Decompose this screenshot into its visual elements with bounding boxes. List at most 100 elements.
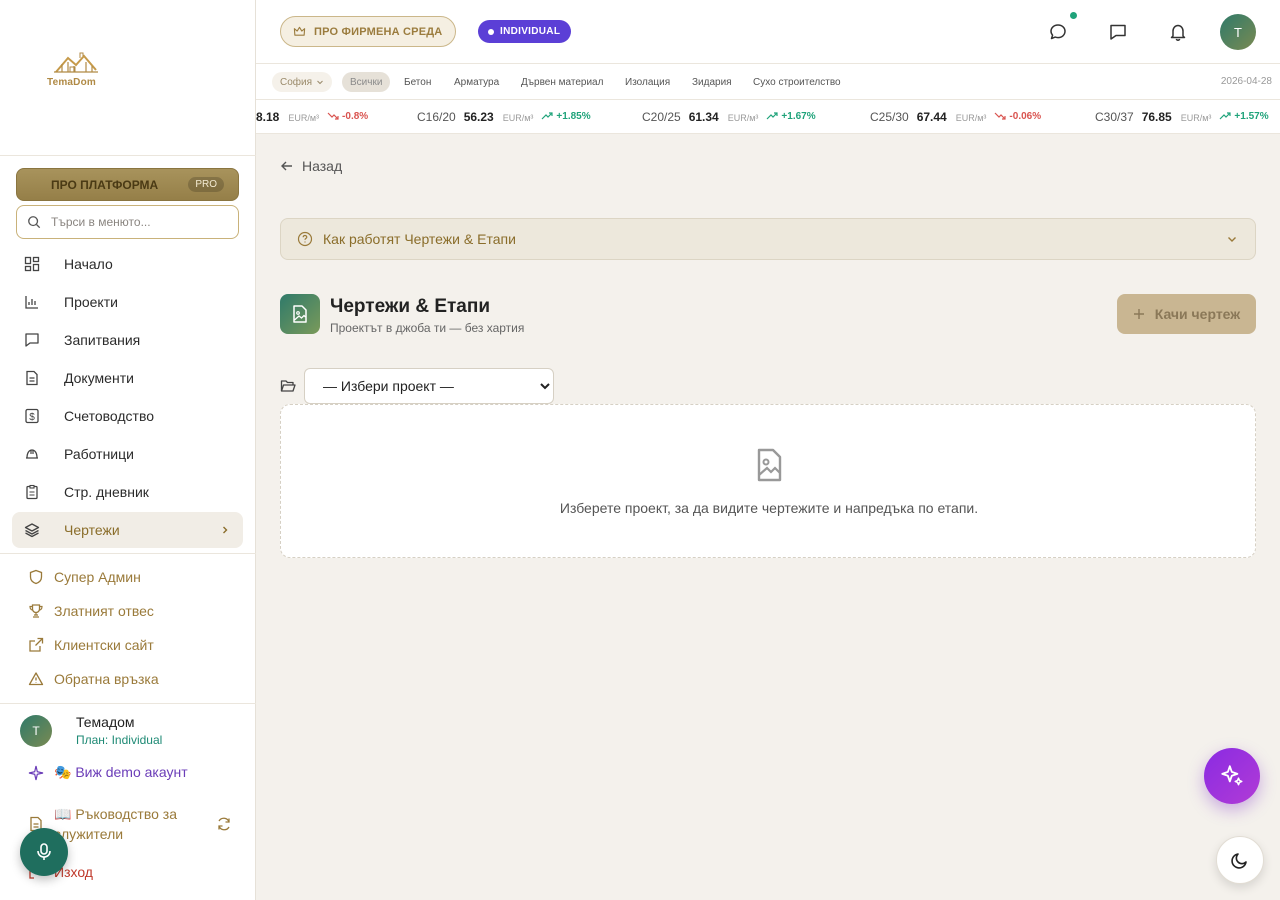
clipboard-icon [26,484,38,500]
ticker-value: 8.18 [256,110,280,124]
ticker-change-value: -0.06% [1009,110,1042,122]
back-link[interactable]: Назад [280,158,342,174]
nav-item-accounting[interactable]: $ Счетоводство [12,398,243,434]
chevron-right-icon [223,526,228,534]
how-it-works-label: Как работят Чертежи & Етапи [323,231,516,247]
nav-item-super-admin[interactable]: Супер Админ [12,560,243,594]
crown-icon [293,26,306,36]
drawings-page-icon [280,294,320,334]
user-name: Темадом [76,714,135,730]
chat-icon[interactable] [1048,22,1068,42]
category-chip-all[interactable]: Всички [342,72,391,92]
project-select[interactable]: — Избери проект — [304,368,554,404]
category-chip-masonry[interactable]: Зидария [692,72,732,92]
nav-label: Златният отвес [54,603,154,619]
nav-item-site-diary[interactable]: Стр. дневник [12,474,243,510]
voice-assistant-button[interactable] [20,828,68,876]
header-avatar[interactable]: T [1220,14,1256,50]
microphone-icon [37,843,51,860]
ticker-unit: EUR/м³ [288,113,320,123]
ticker-change: +1.57% [1219,110,1269,122]
svg-text:$: $ [29,412,35,423]
arrow-left-icon [281,161,292,171]
demo-account-link[interactable]: 🎭 Виж demo акаунт [28,764,188,781]
category-label: Всички [350,76,383,88]
nav-label: Клиентски сайт [54,637,154,653]
refresh-icon[interactable] [216,816,232,832]
file-image-icon [757,448,782,482]
empty-state-text: Изберете проект, за да видите чертежите … [559,500,979,516]
category-chip-timber[interactable]: Дървен материал [521,72,603,92]
nav-label: Проекти [64,294,118,310]
category-chip-drywall[interactable]: Сухо строителство [753,72,841,92]
ai-assistant-button[interactable] [1204,748,1260,804]
nav-item-drawings[interactable]: Чертежи [12,512,243,548]
ticker-item: C16/20 56.23 EUR/м³ +1.85% [417,110,591,124]
message-square-icon[interactable] [1108,22,1128,42]
sparkles-icon [1221,765,1243,786]
category-label: Бетон [404,76,432,88]
category-label: Сухо строителство [753,76,841,88]
message-icon [25,333,39,347]
nav-label: Документи [64,370,134,386]
pro-platform-button[interactable]: ПРО ПЛАТФОРМА PRO [16,168,239,201]
trend-down-icon [994,112,1007,120]
ticker-change: +1.67% [766,111,816,122]
nav-item-documents[interactable]: Документи [12,360,243,396]
category-chip-concrete[interactable]: Бетон [404,72,431,92]
trend-up-icon [1219,112,1232,120]
upload-drawing-button[interactable]: Качи чертеж [1117,294,1256,334]
nav-item-feedback[interactable]: Обратна връзка [12,662,243,696]
price-date: 2026-04-28 [1220,76,1272,87]
ticker-change-value: +1.57% [1234,110,1269,122]
nav-item-workers[interactable]: Работници [12,436,243,472]
nav-item-golden-plumb[interactable]: Златният отвес [12,594,243,628]
chevron-down-icon [1228,237,1236,242]
external-link-icon [29,637,44,652]
price-ticker: 8.18 EUR/м³ -0.8% C16/20 56.23 EUR/м³ +1… [256,100,1280,134]
menu-search-input[interactable] [51,215,231,229]
ticker-name: C25/30 [870,110,909,124]
nav-item-inquiries[interactable]: Запитвания [12,322,243,358]
shield-icon [29,569,43,585]
pro-environment-badge[interactable]: ПРО ФИРМЕНА СРЕДА [280,16,457,47]
demo-label: 🎭 Виж demo акаунт [54,764,188,780]
plus-icon [1133,309,1144,319]
category-label: Зидария [692,76,732,88]
trend-down-icon [327,112,339,120]
nav-label: Чертежи [64,522,120,538]
ticker-change: -0.06% [994,111,1041,122]
ticker-change-value: -0.8% [342,110,369,122]
menu-search[interactable] [16,205,239,239]
material-filter-bar: София Всички Бетон Арматура Дървен матер… [256,64,1280,100]
search-icon [28,216,41,229]
nav-label: Запитвания [64,332,141,348]
category-label: Изолация [625,76,671,88]
nav-label: Супер Админ [54,569,141,585]
nav-item-home[interactable]: Начало [12,246,243,282]
ticker-change-value: +1.85% [556,110,591,122]
category-chip-insulation[interactable]: Изолация [625,72,670,92]
pro-platform-label: ПРО ПЛАТФОРМА [51,177,159,192]
house-logo-icon [54,52,98,73]
help-circle-icon [297,231,313,247]
online-status-dot [1070,12,1077,19]
nav-item-client-site[interactable]: Клиентски сайт [12,628,243,662]
category-label: Арматура [454,76,500,88]
guide-label: 📖 Ръководство за служители [54,806,177,842]
city-select[interactable]: София [272,72,333,92]
bell-icon[interactable] [1168,22,1188,42]
back-label: Назад [302,158,343,174]
ticker-name: C16/20 [417,110,456,124]
trend-up-icon [766,112,779,120]
trend-up-icon [541,112,554,120]
user-profile[interactable]: T Темадом План: Individual [20,714,162,747]
theme-toggle-button[interactable] [1216,836,1264,884]
category-chip-rebar[interactable]: Арматура [454,72,499,92]
plan-badge-label: INDIVIDUAL [500,26,561,37]
nav-item-projects[interactable]: Проекти [12,284,243,320]
divider [0,155,256,156]
how-it-works-accordion[interactable]: Как работят Чертежи & Етапи [280,218,1256,260]
chevron-down-icon [317,80,323,85]
pro-env-label: ПРО ФИРМЕНА СРЕДА [314,25,443,38]
